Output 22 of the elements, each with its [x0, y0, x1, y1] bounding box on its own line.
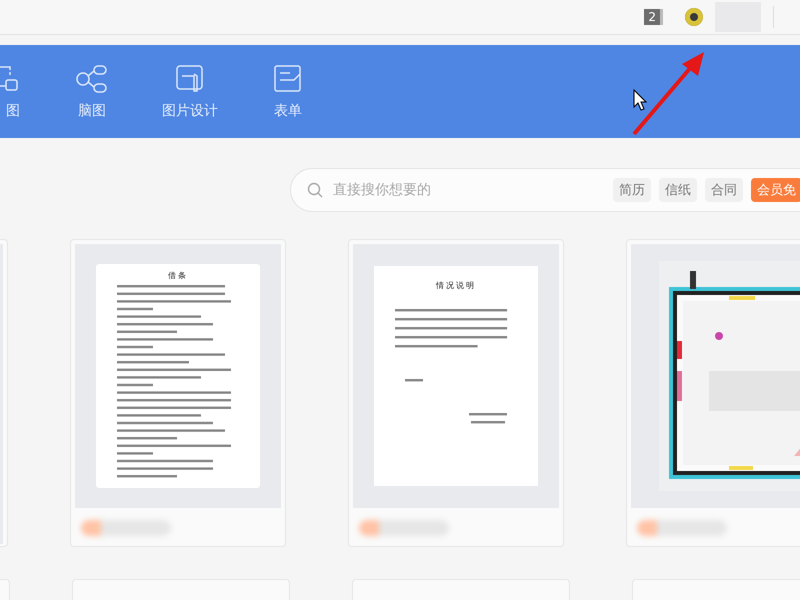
document-icon — [175, 64, 205, 94]
mindmap-icon — [76, 64, 108, 94]
search-tag[interactable]: 会员免 — [751, 178, 800, 202]
template-card[interactable] — [626, 239, 800, 547]
document-title: 借条 — [168, 270, 188, 281]
mouse-cursor-icon — [633, 89, 647, 111]
flowchart-icon — [0, 64, 18, 94]
search-icon — [307, 182, 323, 198]
search-tag[interactable]: 简历 — [613, 178, 651, 202]
notification-count[interactable]: 2 — [644, 9, 663, 25]
toolbar-item[interactable]: 脑图 — [43, 62, 141, 120]
search-tag[interactable]: 信纸 — [659, 178, 697, 202]
template-card[interactable]: 情况说明 — [348, 239, 564, 547]
avatar[interactable] — [685, 8, 703, 26]
template-card[interactable]: 借条 — [70, 239, 286, 547]
document-title: 情况说明 — [436, 280, 476, 291]
search-field[interactable]: 直接搜你想要的 简历 信纸 合同 会员免 — [290, 168, 800, 212]
toolbar-item[interactable]: 表单 — [239, 62, 337, 120]
toolbar-item[interactable]: 图 — [0, 64, 43, 120]
form-icon — [273, 64, 303, 94]
search-tag[interactable]: 合同 — [705, 178, 743, 202]
toolbar-item[interactable]: 图片设计 — [141, 62, 239, 120]
